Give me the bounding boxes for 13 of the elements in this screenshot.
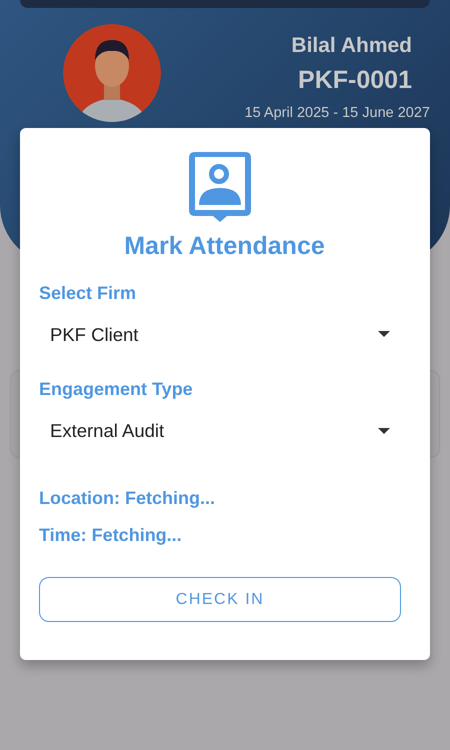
attendance-icon: [188, 152, 250, 222]
dropdown-field[interactable]: PKF Client: [39, 306, 400, 362]
status-text: Time: Fetching...: [39, 524, 183, 547]
field-label: Select Firm: [39, 282, 138, 304]
dropdown-field[interactable]: External Audit: [39, 403, 400, 459]
dialog-title: Mark Attendance: [123, 231, 326, 262]
status-text: Location: Fetching...: [39, 487, 216, 510]
date-range: 15 April 2025 - 15 June 2027: [244, 104, 430, 123]
employee-id: PKF-0001: [298, 64, 412, 96]
field-label: Engagement Type: [39, 378, 194, 402]
user-name: Bilal Ahmed: [291, 33, 412, 59]
dropdown-caret-icon: [378, 428, 390, 434]
dropdown-caret-icon: [378, 331, 390, 338]
